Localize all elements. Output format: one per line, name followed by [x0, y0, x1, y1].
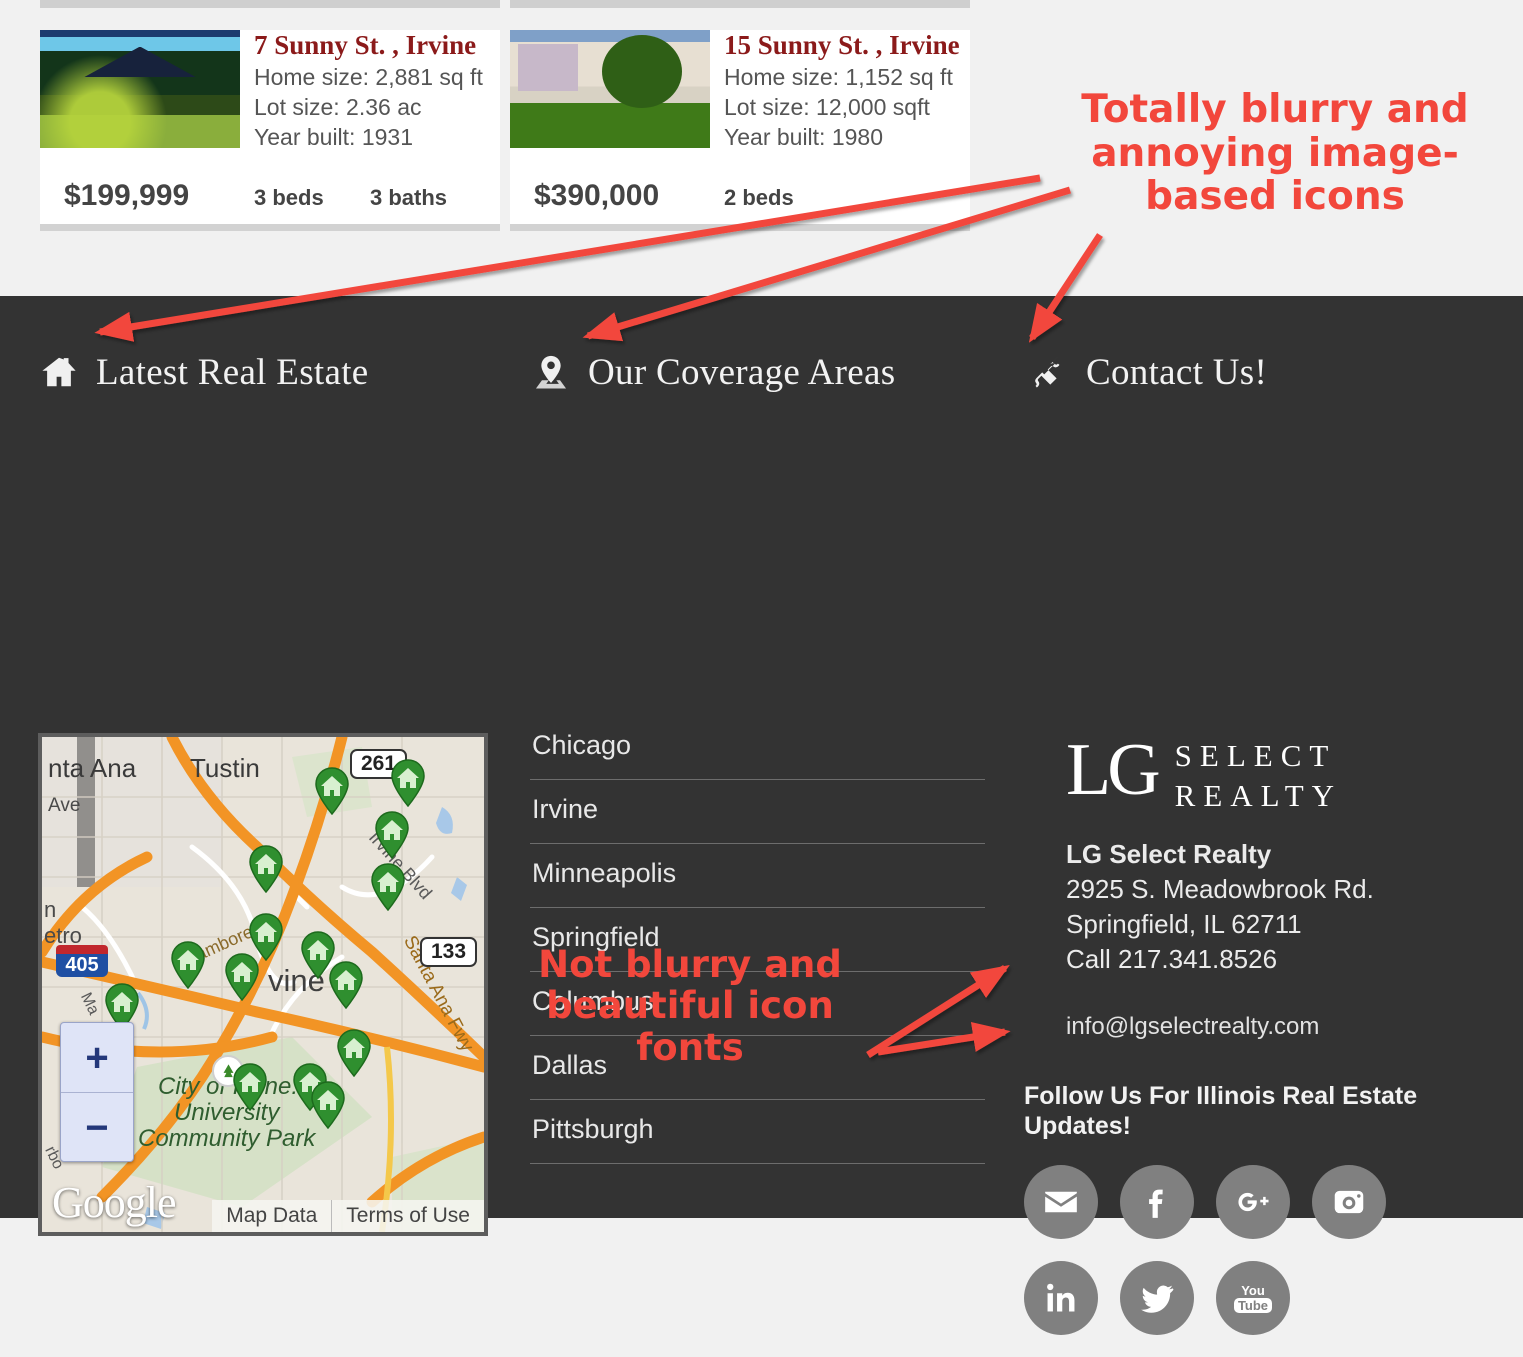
card-top-divider — [40, 0, 500, 8]
map-zoom-out-button[interactable]: − — [61, 1093, 133, 1162]
map-route-shield-405: 405 — [56, 945, 108, 977]
logo-word-realty: REALTY — [1175, 776, 1342, 816]
footer-heading-label: Contact Us! — [1086, 351, 1267, 394]
site-footer: Latest Real Estate Our Coverage Areas Co… — [0, 296, 1523, 1218]
social-row-1 — [1024, 1165, 1492, 1239]
map-property-pin[interactable] — [168, 941, 208, 989]
google-watermark: Google — [52, 1177, 176, 1228]
map-label: Ave — [48, 795, 80, 817]
map-zoom-control[interactable]: + − — [60, 1022, 134, 1162]
card-top-gap — [510, 8, 970, 30]
phone-number[interactable]: Call 217.341.8526 — [1066, 942, 1492, 977]
property-lot-size: Lot size: 12,000 sqft — [724, 92, 960, 122]
map-canvas[interactable]: nta Ana Tustin Ave n etro vine City of I… — [42, 737, 484, 1232]
property-address-link[interactable]: 7 Sunny St. , Irvine — [254, 28, 483, 62]
property-card[interactable]: 7 Sunny St. , Irvine Home size: 2,881 sq… — [40, 0, 500, 231]
contact-column: LG SELECT REALTY LG Select Realty 2925 S… — [1022, 716, 1492, 1357]
property-beds: 3 beds — [254, 185, 324, 211]
email-link[interactable]: info@lgselectrealty.com — [1066, 1013, 1492, 1041]
map-data-link[interactable]: Map Data — [212, 1200, 331, 1232]
annotation-top-text: Totally blurry and annoying image-based … — [1055, 88, 1495, 219]
facebook-icon[interactable] — [1120, 1165, 1194, 1239]
map-label: nta Ana — [48, 753, 136, 784]
annotation-bottom-text: Not blurry and beautiful icon fonts — [505, 944, 875, 1068]
map-attribution-bar: Map Data Terms of Use — [212, 1200, 484, 1232]
footer-heading-coverage-areas: Our Coverage Areas — [532, 351, 895, 394]
google-plus-icon[interactable] — [1216, 1165, 1290, 1239]
property-details: 7 Sunny St. , Irvine Home size: 2,881 sq… — [254, 28, 483, 152]
property-beds: 2 beds — [724, 185, 794, 211]
social-row-2: You Tube — [1024, 1261, 1492, 1335]
instagram-icon[interactable] — [1312, 1165, 1386, 1239]
footer-heading-label: Latest Real Estate — [96, 351, 369, 394]
youtube-label: You Tube — [1234, 1284, 1272, 1313]
map-property-pin[interactable] — [230, 1063, 270, 1111]
lg-select-realty-logo: LG SELECT REALTY — [1066, 736, 1492, 815]
card-body: 15 Sunny St. , Irvine Home size: 1,152 s… — [510, 30, 970, 175]
logo-wordmark: SELECT REALTY — [1175, 736, 1342, 815]
property-year-built: Year built: 1931 — [254, 122, 483, 152]
logo-word-select: SELECT — [1175, 736, 1342, 776]
map-zoom-in-button[interactable]: + — [61, 1023, 133, 1092]
map-label: n — [44, 897, 56, 923]
logo-lg-monogram: LG — [1066, 740, 1157, 811]
property-lot-size: Lot size: 2.36 ac — [254, 92, 483, 122]
youtube-label-top: You — [1234, 1284, 1272, 1297]
email-icon[interactable] — [1024, 1165, 1098, 1239]
coverage-area-item[interactable]: Chicago — [530, 716, 985, 780]
coverage-areas-list: Chicago Irvine Minneapolis Springfield C… — [530, 716, 985, 1164]
footer-heading-latest-real-estate: Latest Real Estate — [40, 351, 369, 394]
property-home-size: Home size: 1,152 sq ft — [724, 62, 960, 92]
property-price: $199,999 — [64, 179, 189, 213]
phone-icon — [1030, 353, 1068, 393]
property-thumbnail[interactable] — [40, 30, 240, 148]
map-label: Tustin — [190, 753, 260, 784]
property-address-link[interactable]: 15 Sunny St. , Irvine — [724, 28, 960, 62]
social-icon-grid: You Tube — [1024, 1165, 1492, 1335]
youtube-icon[interactable]: You Tube — [1216, 1261, 1290, 1335]
map-property-pin[interactable] — [222, 953, 262, 1001]
map-property-pin[interactable] — [312, 767, 352, 815]
map-property-pin[interactable] — [334, 1029, 374, 1077]
map-route-shield-133: 133 — [420, 937, 477, 967]
map-property-pin[interactable] — [388, 759, 428, 807]
map-property-pin[interactable] — [308, 1081, 348, 1129]
map-property-pin[interactable] — [368, 863, 408, 911]
latest-real-estate-map[interactable]: nta Ana Tustin Ave n etro vine City of I… — [38, 733, 488, 1236]
property-card[interactable]: 15 Sunny St. , Irvine Home size: 1,152 s… — [510, 0, 970, 231]
follow-us-heading: Follow Us For Illinois Real Estate Updat… — [1024, 1081, 1424, 1141]
coverage-area-item[interactable]: Irvine — [530, 780, 985, 844]
company-name: LG Select Realty — [1066, 837, 1492, 872]
map-marker-icon — [532, 353, 570, 393]
city-state-zip: Springfield, IL 62711 — [1066, 907, 1492, 942]
property-details: 15 Sunny St. , Irvine Home size: 1,152 s… — [724, 28, 960, 152]
card-bottom-divider — [510, 224, 970, 231]
contact-address-block: LG Select Realty 2925 S. Meadowbrook Rd.… — [1066, 837, 1492, 977]
property-thumbnail[interactable] — [510, 30, 710, 148]
home-icon — [40, 353, 78, 393]
footer-heading-label: Our Coverage Areas — [588, 351, 895, 394]
card-top-gap — [40, 8, 500, 30]
map-property-pin[interactable] — [246, 845, 286, 893]
footer-heading-contact-us: Contact Us! — [1030, 351, 1267, 394]
youtube-label-bottom: Tube — [1234, 1298, 1272, 1313]
property-baths: 3 baths — [370, 185, 447, 211]
map-label: Community Park — [138, 1125, 315, 1153]
street-address: 2925 S. Meadowbrook Rd. — [1066, 872, 1492, 907]
map-property-pin[interactable] — [372, 811, 412, 859]
property-home-size: Home size: 2,881 sq ft — [254, 62, 483, 92]
card-footer: $199,999 3 beds 3 baths — [40, 175, 500, 231]
linkedin-icon[interactable] — [1024, 1261, 1098, 1335]
terms-of-use-link[interactable]: Terms of Use — [331, 1200, 484, 1232]
card-bottom-divider — [40, 224, 500, 231]
coverage-area-item[interactable]: Minneapolis — [530, 844, 985, 908]
map-property-pin[interactable] — [326, 961, 366, 1009]
property-price: $390,000 — [534, 179, 659, 213]
property-year-built: Year built: 1980 — [724, 122, 960, 152]
twitter-icon[interactable] — [1120, 1261, 1194, 1335]
card-footer: $390,000 2 beds — [510, 175, 970, 231]
card-top-divider — [510, 0, 970, 8]
coverage-area-item[interactable]: Pittsburgh — [530, 1100, 985, 1164]
card-body: 7 Sunny St. , Irvine Home size: 2,881 sq… — [40, 30, 500, 175]
